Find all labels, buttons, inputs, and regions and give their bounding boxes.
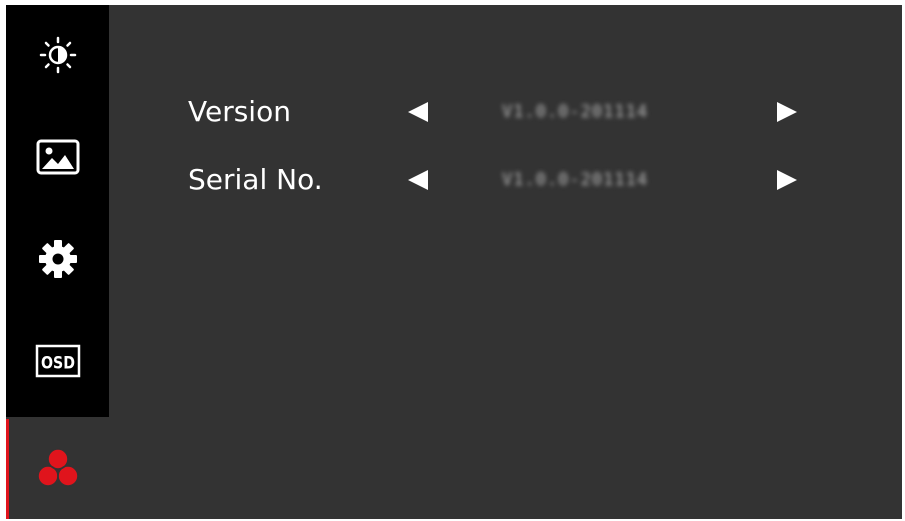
arrow-left-icon[interactable] [406, 100, 430, 124]
arrow-left-icon[interactable] [406, 168, 430, 192]
serial-number-row[interactable]: Serial No. V1.0.0-201114 [188, 160, 808, 200]
arrow-right-icon[interactable] [775, 100, 799, 124]
active-indicator [6, 419, 9, 519]
osd-menu-screen: OSD Version V1.0.0-201114 Serial No. V1.… [6, 5, 902, 519]
color-circles-icon [36, 448, 79, 487]
arrow-right-icon[interactable] [775, 168, 799, 192]
sidebar-item-picture[interactable] [6, 107, 109, 207]
version-label: Version [188, 95, 291, 128]
version-row[interactable]: Version V1.0.0-201114 [188, 92, 808, 132]
version-value: V1.0.0-201114 [502, 102, 649, 122]
sidebar: OSD [6, 5, 109, 417]
brightness-icon [39, 36, 76, 74]
sidebar-item-settings[interactable] [6, 209, 109, 309]
osd-icon-label: OSD [41, 354, 75, 374]
sidebar-item-brightness[interactable] [6, 5, 109, 105]
serial-number-value: V1.0.0-201114 [502, 170, 649, 190]
osd-icon: OSD [35, 344, 80, 378]
sidebar-item-information[interactable] [6, 419, 109, 519]
picture-icon [36, 139, 79, 175]
gear-icon [38, 240, 77, 278]
sidebar-item-osd[interactable]: OSD [6, 311, 109, 411]
serial-number-label: Serial No. [188, 163, 323, 196]
